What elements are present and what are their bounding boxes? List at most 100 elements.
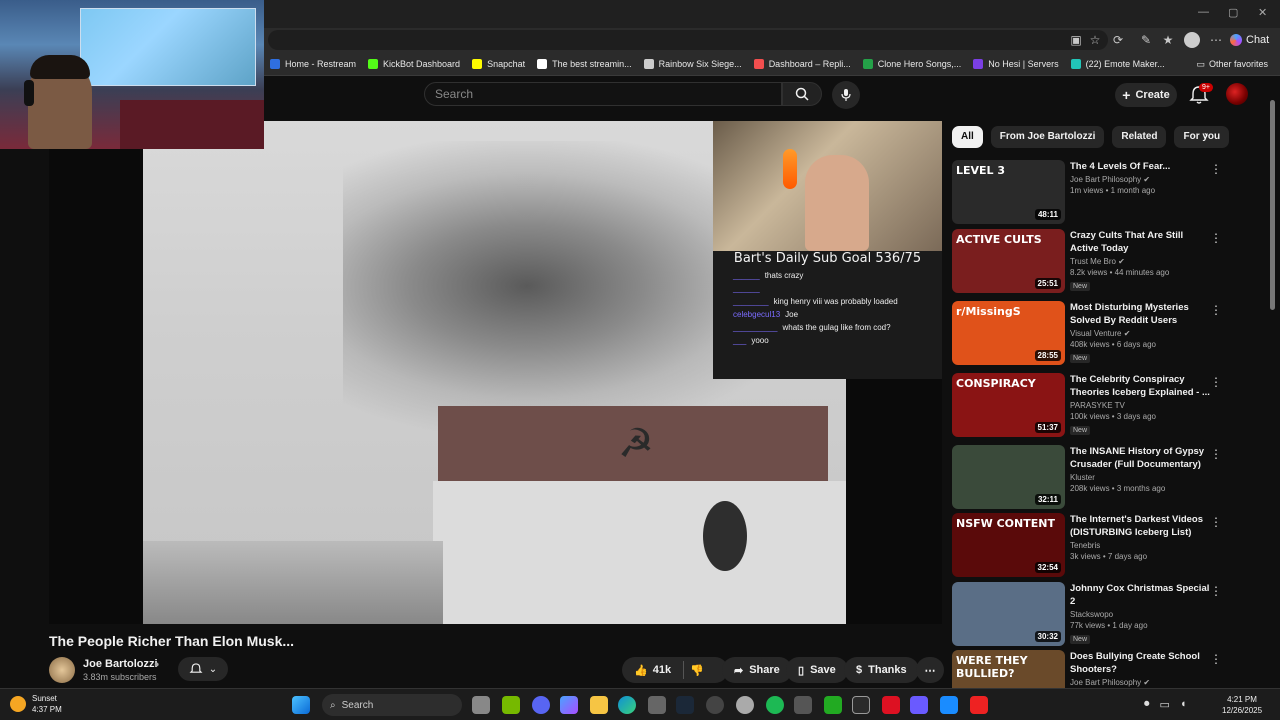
create-button[interactable]: + Create [1115, 83, 1177, 107]
maximize-icon[interactable]: ▢ [1228, 6, 1238, 19]
more-actions-button[interactable]: ⋯ [916, 657, 944, 683]
more-options-icon[interactable]: ⋮ [1210, 652, 1222, 666]
nvidia-icon[interactable] [502, 696, 520, 714]
video-title[interactable]: Most Disturbing Mysteries Solved By Redd… [1070, 301, 1210, 327]
bookmark-item[interactable]: Rainbow Six Siege... [638, 52, 748, 76]
bookmark-item[interactable]: KickBot Dashboard [362, 52, 466, 76]
channel-name[interactable]: Joe Bartolozzi [83, 658, 158, 670]
minimize-icon[interactable]: — [1198, 6, 1209, 18]
recommended-video[interactable]: NSFW CONTENT 32:54 The Internet's Darkest … [952, 513, 1270, 579]
bookmark-item[interactable]: The best streamin... [531, 52, 638, 76]
discord-icon[interactable] [532, 696, 550, 714]
chevron-right-icon[interactable]: › [1198, 128, 1214, 144]
save-button[interactable]: ▯ Save [786, 657, 848, 683]
filter-chip[interactable]: All [952, 126, 983, 148]
search-input[interactable]: Search [424, 82, 782, 106]
extensions-icon[interactable]: ✎ [1138, 32, 1154, 48]
video-thumbnail[interactable]: NSFW CONTENT 32:54 [952, 513, 1065, 577]
spotify-icon[interactable] [766, 696, 784, 714]
github-icon[interactable] [706, 696, 724, 714]
video-thumbnail[interactable]: LEVEL 3 48:11 [952, 160, 1065, 224]
taskbar-search[interactable]: ⌕ Search [322, 694, 462, 716]
more-menu-icon[interactable]: ⋯ [1208, 32, 1224, 48]
share-button[interactable]: ➦ Share [722, 657, 792, 683]
channel-name-text[interactable]: Visual Venture [1070, 329, 1121, 338]
other-favorites-folder[interactable]: ▭ Other favorites [1196, 52, 1268, 76]
voice-search-button[interactable] [832, 81, 860, 109]
recommended-video[interactable]: 30:32 Johnny Cox Christmas Special 2 Stack… [952, 582, 1270, 648]
more-options-icon[interactable]: ⋮ [1210, 515, 1222, 529]
bookmark-item[interactable]: Clone Hero Songs,... [857, 52, 968, 76]
edge-browser-icon[interactable] [618, 696, 636, 714]
channel-name-text[interactable]: Tenebris [1070, 541, 1100, 550]
more-options-icon[interactable]: ⋮ [1210, 584, 1222, 598]
video-thumbnail[interactable]: ACTIVE CULTS 25:51 [952, 229, 1065, 293]
user-avatar[interactable] [1226, 83, 1248, 105]
more-options-icon[interactable]: ⋮ [1210, 375, 1222, 389]
more-options-icon[interactable]: ⋮ [1210, 303, 1222, 317]
network-icon[interactable]: ▭ [1160, 698, 1170, 711]
video-title[interactable]: Crazy Cults That Are Still Active Today [1070, 229, 1210, 255]
app-blue-icon[interactable] [940, 696, 958, 714]
bookmark-item[interactable]: Dashboard – Repli... [748, 52, 857, 76]
video-thumbnail[interactable]: 32:11 [952, 445, 1065, 509]
video-thumbnail[interactable]: r/MissingS 28:55 [952, 301, 1065, 365]
app-red-icon[interactable] [882, 696, 900, 714]
recommended-video[interactable]: LEVEL 3 48:11 The 4 Levels Of Fear... Joe B… [952, 160, 1270, 226]
microphone-tray-icon[interactable]: ⏺ [1144, 698, 1150, 711]
file-explorer-icon[interactable] [590, 696, 608, 714]
favorites-icon[interactable]: ★ [1160, 32, 1176, 48]
video-thumbnail[interactable]: 30:32 [952, 582, 1065, 646]
filter-chip[interactable]: From Joe Bartolozzi [990, 126, 1105, 148]
task-view-icon[interactable] [472, 696, 490, 714]
weather-widget[interactable]: Sunset 4:37 PM [10, 693, 62, 715]
channel-name-text[interactable]: Stackswopo [1070, 610, 1113, 619]
recommended-video[interactable]: ACTIVE CULTS 25:51 Crazy Cults That Are St… [952, 229, 1270, 295]
copilot-chat-button[interactable]: Chat [1230, 31, 1269, 49]
windows-start-icon[interactable] [292, 696, 310, 714]
app-4k-icon[interactable] [794, 696, 812, 714]
video-title[interactable]: The Internet's Darkest Videos (DISTURBIN… [1070, 513, 1210, 539]
refresh-icon[interactable]: ⟳ [1110, 32, 1126, 48]
bookmark-item[interactable]: No Hesi | Servers [967, 52, 1064, 76]
app-b-icon[interactable] [824, 696, 842, 714]
channel-name-text[interactable]: Joe Bart Philosophy [1070, 175, 1141, 184]
address-input[interactable] [268, 30, 1108, 50]
like-button[interactable]: 👍 41k [634, 664, 671, 677]
steam-icon[interactable] [676, 696, 694, 714]
channel-name-text[interactable]: Joe Bart Philosophy [1070, 678, 1141, 687]
scrollbar-thumb[interactable] [1270, 100, 1275, 310]
volume-icon[interactable]: ◖ [1180, 698, 1187, 711]
more-options-icon[interactable]: ⋮ [1210, 447, 1222, 461]
bookmark-item[interactable]: (22) Emote Maker... [1065, 52, 1171, 76]
taskbar-clock[interactable]: 4:21 PM 12/26/2025 [1222, 694, 1262, 716]
split-screen-icon[interactable]: ▣ [1068, 32, 1084, 48]
bookmark-item[interactable]: Home - Restream [264, 52, 362, 76]
channel-name-text[interactable]: Trust Me Bro [1070, 257, 1116, 266]
video-title[interactable]: The Celebrity Conspiracy Theories Iceber… [1070, 373, 1210, 399]
channel-avatar[interactable] [49, 657, 75, 683]
search-button[interactable] [782, 82, 822, 106]
video-title[interactable]: The 4 Levels Of Fear... [1070, 160, 1210, 173]
video-thumbnail[interactable]: CONSPIRACY 51:37 [952, 373, 1065, 437]
bookmark-item[interactable]: Snapchat [466, 52, 531, 76]
store-icon[interactable] [648, 696, 666, 714]
video-title[interactable]: Does Bullying Create School Shooters? [1070, 650, 1210, 676]
more-options-icon[interactable]: ⋮ [1210, 162, 1222, 176]
app-record-icon[interactable] [970, 696, 988, 714]
favorite-star-icon[interactable]: ☆ [1087, 32, 1103, 48]
recommended-video[interactable]: 32:11 The INSANE History of Gypsy Crusade… [952, 445, 1270, 511]
filter-chip[interactable]: Related [1112, 126, 1167, 148]
close-icon[interactable]: ✕ [1258, 6, 1267, 19]
profile-avatar-icon[interactable] [1184, 32, 1200, 48]
channel-name-text[interactable]: Kluster [1070, 473, 1095, 482]
page-scrollbar[interactable] [1270, 80, 1276, 680]
subscription-bell-button[interactable]: ⌄ [178, 657, 228, 681]
terminal-icon[interactable] [852, 696, 870, 714]
app-purple-icon[interactable] [910, 696, 928, 714]
recommended-video[interactable]: r/MissingS 28:55 Most Disturbing Mysteries… [952, 301, 1270, 367]
recommended-video[interactable]: CONSPIRACY 51:37 The Celebrity Conspiracy … [952, 373, 1270, 439]
video-player[interactable]: ☭ Bart's Daily Sub Goal 536/75 ______ tha… [49, 121, 942, 624]
video-title[interactable]: The INSANE History of Gypsy Crusader (Fu… [1070, 445, 1210, 471]
dislike-button[interactable]: 👎 [690, 664, 704, 677]
